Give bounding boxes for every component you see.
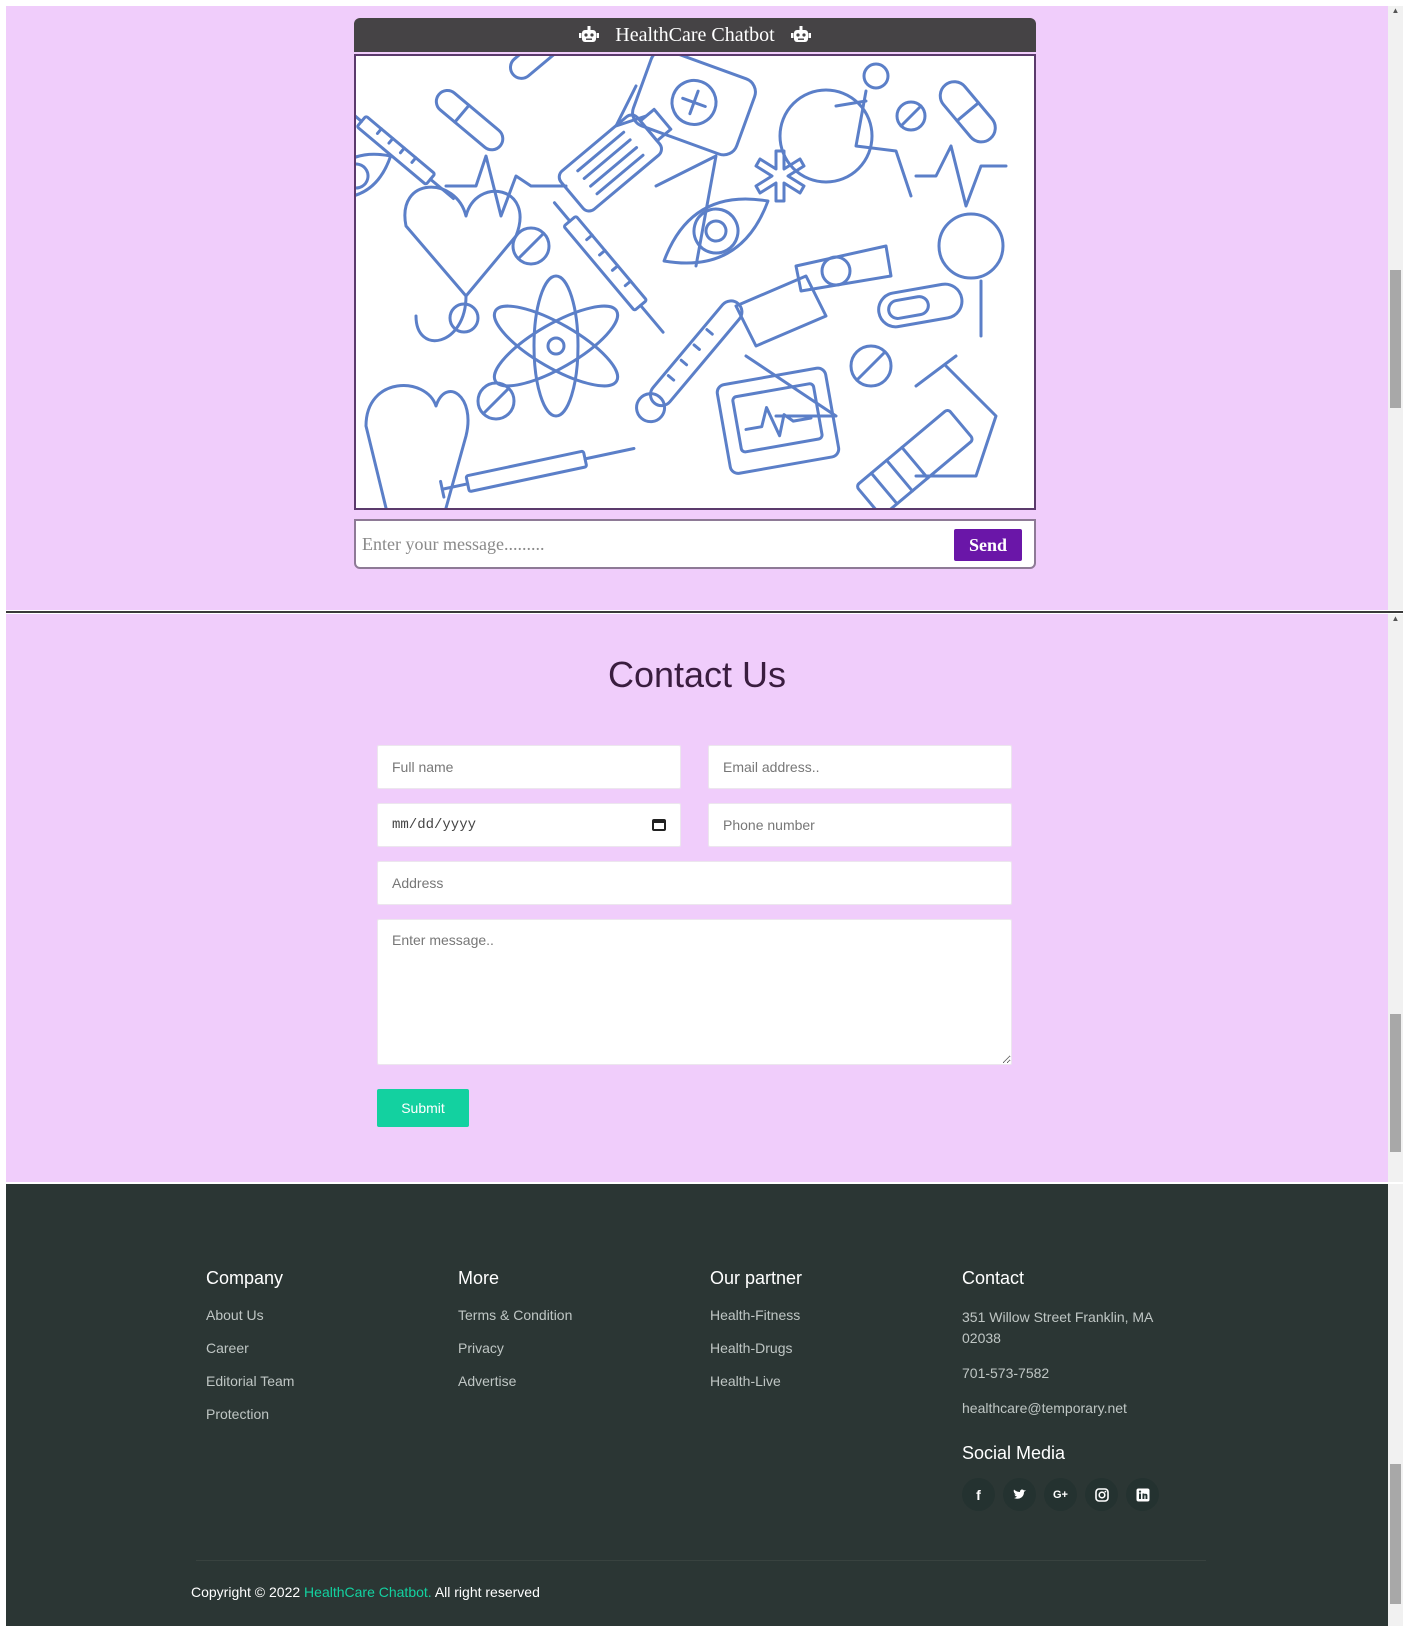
footer-contact-column: Contact 351 Willow Street Franklin, MA 0…	[962, 1268, 1192, 1511]
copyright-brand-link[interactable]: HealthCare Chatbot.	[304, 1584, 432, 1600]
footer-company-column: Company About Us Career Editorial Team P…	[206, 1268, 426, 1439]
chat-messages-area[interactable]	[354, 54, 1036, 510]
full-name-input[interactable]	[377, 745, 681, 789]
chatbot-window: HealthCare Chatbot Enter your message...…	[354, 18, 1036, 570]
footer-link-privacy[interactable]: Privacy	[458, 1340, 678, 1356]
footer-partner-heading: Our partner	[710, 1268, 803, 1288]
contact-panel: Contact Us mm/dd/yyyy Submit	[6, 614, 1388, 1182]
facebook-icon[interactable]: f	[962, 1478, 995, 1511]
robot-icon	[789, 23, 813, 47]
footer-link-career[interactable]: Career	[206, 1340, 426, 1356]
footer-company-heading: Company	[206, 1268, 284, 1288]
footer-divider	[196, 1560, 1206, 1561]
social-icons: f G+	[962, 1478, 1192, 1511]
chat-input-row: Send	[354, 519, 1036, 569]
chatbot-header: HealthCare Chatbot	[354, 18, 1036, 52]
chat-panel-scrollbar[interactable]: ▲	[1388, 6, 1403, 610]
phone-input[interactable]	[708, 803, 1012, 847]
calendar-icon[interactable]	[652, 817, 666, 834]
scroll-up-arrow-icon[interactable]: ▲	[1388, 614, 1403, 624]
chatbot-title: HealthCare Chatbot	[615, 23, 775, 46]
footer-link-terms[interactable]: Terms & Condition	[458, 1307, 678, 1323]
date-placeholder: mm/dd/yyyy	[392, 817, 477, 833]
footer-link-about-us[interactable]: About Us	[206, 1307, 426, 1323]
scrollbar-thumb[interactable]	[1390, 1464, 1401, 1604]
scroll-up-arrow-icon[interactable]: ▲	[1388, 6, 1403, 16]
footer: Company About Us Career Editorial Team P…	[6, 1184, 1388, 1626]
robot-icon	[577, 23, 601, 47]
footer-link-editorial-team[interactable]: Editorial Team	[206, 1373, 426, 1389]
section-divider	[6, 611, 1403, 613]
footer-email: healthcare@temporary.net	[962, 1400, 1127, 1416]
footer-link-health-live[interactable]: Health-Live	[710, 1373, 930, 1389]
email-input[interactable]	[708, 745, 1012, 789]
footer-link-advertise[interactable]: Advertise	[458, 1373, 678, 1389]
contact-title: Contact Us	[607, 654, 787, 695]
footer-link-protection[interactable]: Protection	[206, 1406, 426, 1422]
footer-more-heading: More	[458, 1268, 500, 1288]
contact-panel-scrollbar[interactable]: ▲	[1388, 614, 1403, 1182]
footer-address: 351 Willow Street Franklin, MA 02038	[962, 1309, 1153, 1346]
footer-phone: 701-573-7582	[962, 1365, 1050, 1381]
medical-pattern-background	[356, 56, 1008, 508]
date-input[interactable]: mm/dd/yyyy	[377, 803, 681, 847]
chat-message-input[interactable]	[360, 529, 934, 559]
footer-link-health-fitness[interactable]: Health-Fitness	[710, 1307, 930, 1323]
linkedin-icon[interactable]	[1126, 1478, 1159, 1511]
instagram-icon[interactable]	[1085, 1478, 1118, 1511]
copyright: Copyright © 2022 HealthCare Chatbot. All…	[191, 1584, 540, 1600]
scrollbar-thumb[interactable]	[1390, 270, 1401, 408]
twitter-icon[interactable]	[1003, 1478, 1036, 1511]
footer-more-column: More Terms & Condition Privacy Advertise	[458, 1268, 678, 1406]
chatbot-panel: HealthCare Chatbot Enter your message...…	[6, 6, 1388, 610]
footer-contact-heading: Contact	[962, 1268, 1025, 1288]
message-textarea[interactable]	[377, 919, 1012, 1065]
footer-link-health-drugs[interactable]: Health-Drugs	[710, 1340, 930, 1356]
address-input[interactable]	[377, 861, 1012, 905]
google-plus-icon[interactable]: G+	[1044, 1478, 1077, 1511]
footer-partner-column: Our partner Health-Fitness Health-Drugs …	[710, 1268, 930, 1406]
send-button[interactable]: Send	[954, 529, 1022, 561]
submit-button[interactable]: Submit	[377, 1089, 469, 1127]
copyright-suffix: All right reserved	[434, 1584, 540, 1600]
copyright-prefix: Copyright © 2022	[191, 1584, 301, 1600]
footer-scrollbar[interactable]	[1388, 1184, 1403, 1626]
scrollbar-thumb[interactable]	[1390, 1014, 1401, 1152]
social-media-heading: Social Media	[962, 1443, 1066, 1463]
